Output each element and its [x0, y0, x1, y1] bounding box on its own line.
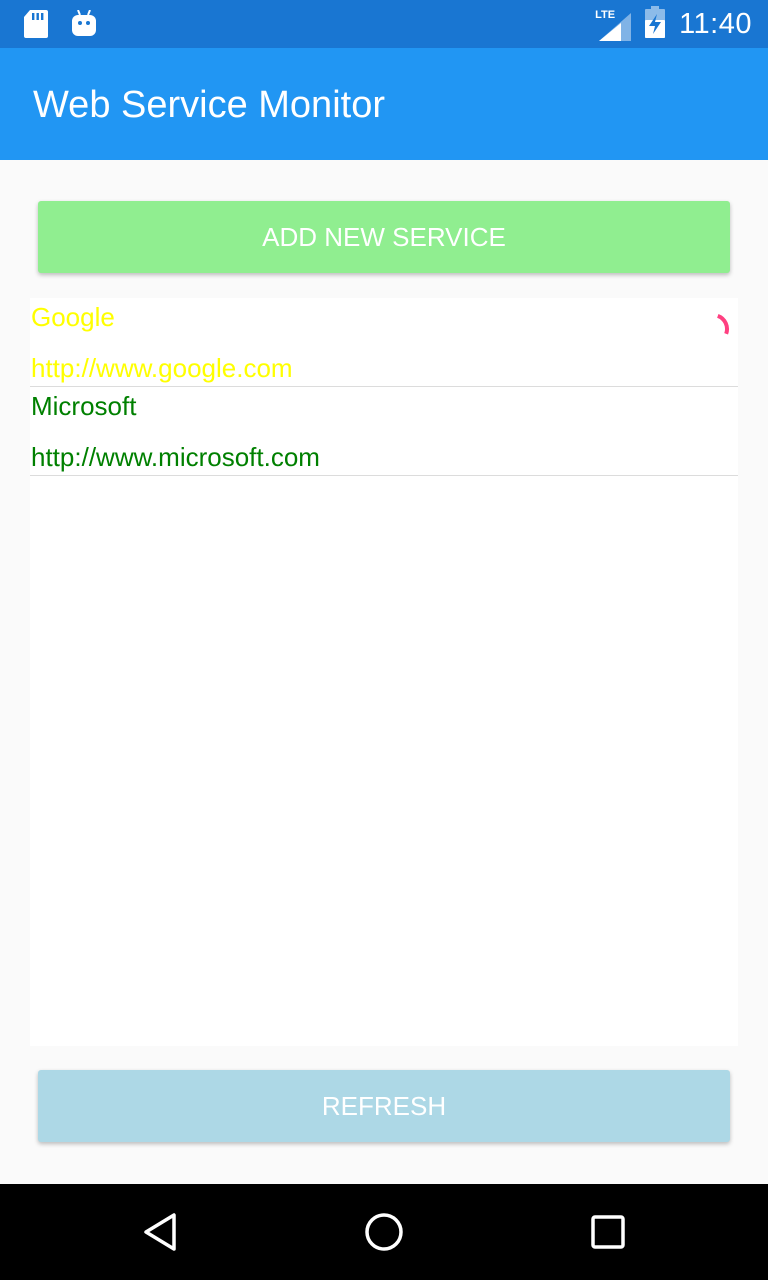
status-bar: LTE 11:40: [0, 0, 768, 48]
service-name: Microsoft: [31, 391, 137, 421]
service-list[interactable]: Google http://www.google.com Microsoft h…: [30, 298, 738, 1046]
app-bar: Web Service Monitor: [0, 48, 768, 160]
status-clock: 11:40: [679, 8, 752, 40]
loading-spinner-icon: [716, 313, 729, 335]
service-url: http://www.google.com: [31, 353, 293, 383]
home-icon[interactable]: [360, 1208, 408, 1256]
service-name: Google: [31, 302, 115, 332]
add-new-service-button[interactable]: ADD NEW SERVICE: [38, 201, 730, 273]
recents-icon[interactable]: [584, 1208, 632, 1256]
status-bar-system: LTE 11:40: [595, 6, 752, 43]
lte-signal-icon: LTE: [595, 9, 632, 41]
list-item[interactable]: Google http://www.google.com: [30, 298, 738, 387]
service-url: http://www.microsoft.com: [31, 442, 320, 472]
refresh-button[interactable]: REFRESH: [38, 1070, 730, 1142]
list-item[interactable]: Microsoft http://www.microsoft.com: [30, 387, 738, 476]
status-bar-notifications: [24, 9, 96, 43]
android-icon: [72, 9, 96, 43]
page-title: Web Service Monitor: [33, 84, 385, 126]
battery-charging-icon: [645, 6, 666, 43]
sd-card-icon: [24, 10, 48, 43]
navigation-bar: [0, 1184, 768, 1280]
back-icon[interactable]: [136, 1208, 184, 1256]
